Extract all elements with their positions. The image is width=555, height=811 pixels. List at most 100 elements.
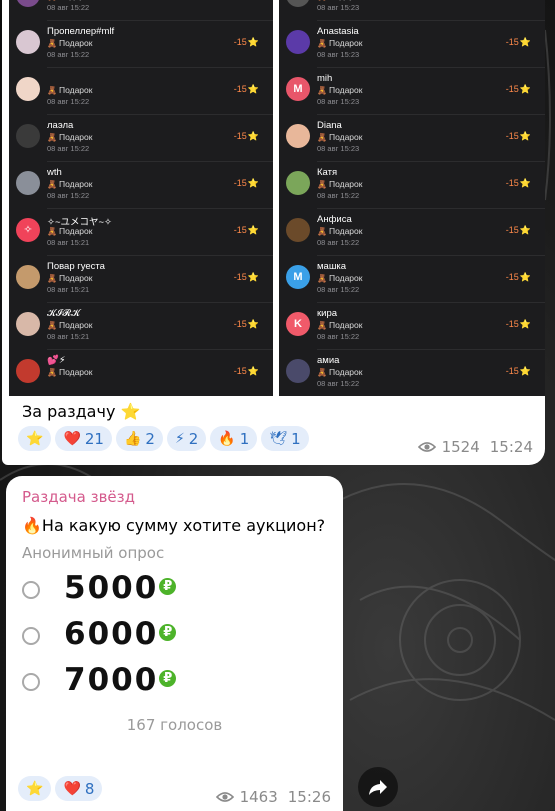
avatar: K: [286, 312, 310, 336]
gift-text: Подарок: [58, 273, 93, 283]
gift-text: Подарок: [328, 320, 363, 330]
amount-value: -15: [233, 225, 247, 235]
radio-button[interactable]: [22, 627, 40, 645]
gift-list-row[interactable]: Mмашка 🧸 Подарок 08 авг 15:22 -15⭐: [279, 256, 545, 303]
poll-question: 🔥На какую сумму хотите аукцион?: [22, 516, 326, 535]
reaction-pill[interactable]: ⭐: [18, 426, 52, 451]
gift-list-row[interactable]: ✧ ✧~ユメコヤ~✧ 🧸 Подарок 08 авг 15:21 -15⭐: [9, 209, 273, 256]
gift-list-row[interactable]: Анфиса 🧸 Подарок 08 авг 15:22 -15⭐: [279, 209, 545, 256]
gift-list-row[interactable]: Kкира 🧸 Подарок 08 авг 15:22 -15⭐: [279, 303, 545, 350]
gift-list-screenshot-left[interactable]: ✧·̩͙✧·̩͙ 亗 || kitsune of akane 🌟 |©|🧸Под…: [9, 0, 273, 396]
gift-text: Подарок: [58, 132, 93, 142]
reaction-count: 8: [84, 779, 95, 798]
user-name: машка: [317, 261, 347, 272]
gift-list-row[interactable]: Mmih 🧸 Подарок 08 авг 15:23 -15⭐: [279, 68, 545, 115]
gift-label: 🧸Подарок: [47, 132, 92, 142]
gift-amount: -15⭐: [506, 37, 531, 48]
gift-list-row[interactable]: ✧·̩͙✧·̩͙ 亗 || kitsune of akane 🌟 |©|🧸Под…: [9, 0, 273, 21]
gift-list-row[interactable]: 🧸 Подарок 08 авг 15:22 -15⭐: [9, 68, 273, 115]
user-name: кира: [317, 308, 338, 319]
teddy-bear-icon: 🧸: [47, 180, 57, 189]
gift-date: 08 авг 15:22: [47, 50, 90, 59]
radio-button[interactable]: [22, 581, 40, 599]
avatar: [286, 359, 310, 383]
reactions-bar: ⭐ ❤️ 21 👍 2 ⚡ 2 🔥 1 🕊 1: [18, 426, 309, 451]
teddy-bear-icon: 🧸: [317, 227, 327, 236]
gift-text: Подарок: [58, 367, 93, 377]
teddy-bear-icon: 🧸: [317, 180, 327, 189]
star-icon: ⭐: [519, 37, 531, 47]
reaction-emoji-icon: ❤️: [63, 430, 81, 447]
user-name: mih: [317, 73, 333, 84]
avatar: M: [286, 77, 310, 101]
gift-amount: -15⭐: [234, 272, 259, 283]
reaction-emoji-icon: 🕊: [269, 430, 288, 447]
gift-list-screenshot-right[interactable]: 🧸Подарок08 авг 15:23-15⭐Anastasia🧸Подаро…: [279, 0, 545, 396]
gift-list-row[interactable]: 💕⚡ 🧸 Подарок -15⭐: [9, 350, 273, 396]
gift-list-row[interactable]: амиа 🧸 Подарок 08 авг 15:22 -15⭐: [279, 350, 545, 396]
gift-label: 🧸Подарок: [317, 0, 362, 1]
poll-option-2[interactable]: 6000 ₽: [22, 616, 322, 656]
reaction-emoji-icon: 👍: [123, 430, 142, 447]
reaction-emoji-icon: ⚡: [174, 430, 185, 447]
gift-list-row[interactable]: wth 🧸 Подарок 08 авг 15:22 -15⭐: [9, 162, 273, 209]
gift-list-row[interactable]: 𝓚𝓘𝓡𝓚 🧸 Подарок 08 авг 15:21 -15⭐: [9, 303, 273, 350]
star-icon: ⭐: [519, 131, 531, 141]
gift-list-row[interactable]: Повар гуеста 🧸 Подарок 08 авг 15:21 -15⭐: [9, 256, 273, 303]
amount-value: -15: [505, 178, 519, 188]
amount-value: -15: [505, 319, 519, 329]
gift-amount: -15⭐: [234, 366, 259, 377]
star-icon: ⭐: [247, 178, 259, 188]
user-name: 𝓚𝓘𝓡𝓚: [47, 308, 80, 319]
share-button[interactable]: [358, 767, 398, 807]
radio-button[interactable]: [22, 673, 40, 691]
reaction-pill[interactable]: ❤️ 8: [55, 776, 103, 801]
star-icon: ⭐: [247, 366, 259, 376]
avatar: [16, 312, 40, 336]
reaction-pill[interactable]: 👍 2: [115, 426, 163, 451]
gift-label: 🧸Подарок: [317, 320, 362, 330]
teddy-bear-icon: 🧸: [47, 86, 57, 95]
poll-option-3[interactable]: 7000 ₽: [22, 662, 322, 702]
user-name: wth: [47, 167, 62, 178]
user-name: Diana: [317, 120, 342, 131]
poll-message[interactable]: Раздача звёзд 🔥На какую сумму хотите аук…: [6, 476, 343, 811]
gift-date: 08 авг 15:21: [47, 238, 90, 247]
gift-list-row[interactable]: Diana 🧸 Подарок 08 авг 15:23 -15⭐: [279, 115, 545, 162]
reaction-pill[interactable]: 🔥 1: [210, 426, 258, 451]
avatar: [286, 124, 310, 148]
gift-screenshot-message[interactable]: ✧·̩͙✧·̩͙ 亗 || kitsune of akane 🌟 |©|🧸Под…: [2, 0, 545, 465]
teddy-bear-icon: 🧸: [47, 368, 57, 377]
views-count: 1524: [441, 438, 480, 456]
gift-list-row[interactable]: Катя 🧸 Подарок 08 авг 15:22 -15⭐: [279, 162, 545, 209]
gift-list-row[interactable]: лаэла 🧸 Подарок 08 авг 15:22 -15⭐: [9, 115, 273, 162]
gift-label: 🧸Подарок: [317, 85, 362, 95]
poll-option-1[interactable]: 5000 ₽: [22, 570, 322, 610]
reaction-pill[interactable]: ⭐: [18, 776, 52, 801]
teddy-bear-icon: 🧸: [317, 86, 327, 95]
reaction-pill[interactable]: 🕊 1: [261, 426, 309, 451]
gift-text: Подарок: [58, 226, 93, 236]
reaction-pill[interactable]: ❤️ 21: [55, 426, 112, 451]
gift-date: 08 авг 15:22: [47, 97, 90, 106]
message-caption: За раздачу ⭐: [22, 402, 140, 421]
gift-list-row[interactable]: Пропеллер#mlf 🧸 Подарок 08 авг 15:22 -15⭐: [9, 21, 273, 68]
gift-list-row[interactable]: Anastasia 🧸 Подарок 08 авг 15:23 -15⭐: [279, 21, 545, 68]
teddy-bear-icon: 🧸: [317, 368, 327, 377]
teddy-bear-icon: 🧸: [317, 274, 327, 283]
reaction-emoji-icon: ❤️: [63, 780, 81, 797]
gift-text: Подарок: [328, 226, 363, 236]
gift-date: 08 авг 15:22: [47, 191, 90, 200]
sender-name[interactable]: Раздача звёзд: [22, 488, 135, 506]
avatar: [16, 265, 40, 289]
teddy-bear-icon: 🧸: [47, 39, 57, 48]
gift-date: 08 авг 15:22: [317, 191, 360, 200]
avatar: [16, 124, 40, 148]
teddy-bear-icon: 🧸: [317, 133, 327, 142]
gift-label: 🧸Подарок: [47, 226, 92, 236]
avatar: [286, 218, 310, 242]
gift-list-row[interactable]: 🧸Подарок 08 авг 15:23 -15⭐: [279, 0, 545, 21]
star-icon: ⭐: [519, 366, 531, 376]
star-icon: ⭐: [247, 131, 259, 141]
reaction-pill[interactable]: ⚡ 2: [166, 426, 207, 451]
